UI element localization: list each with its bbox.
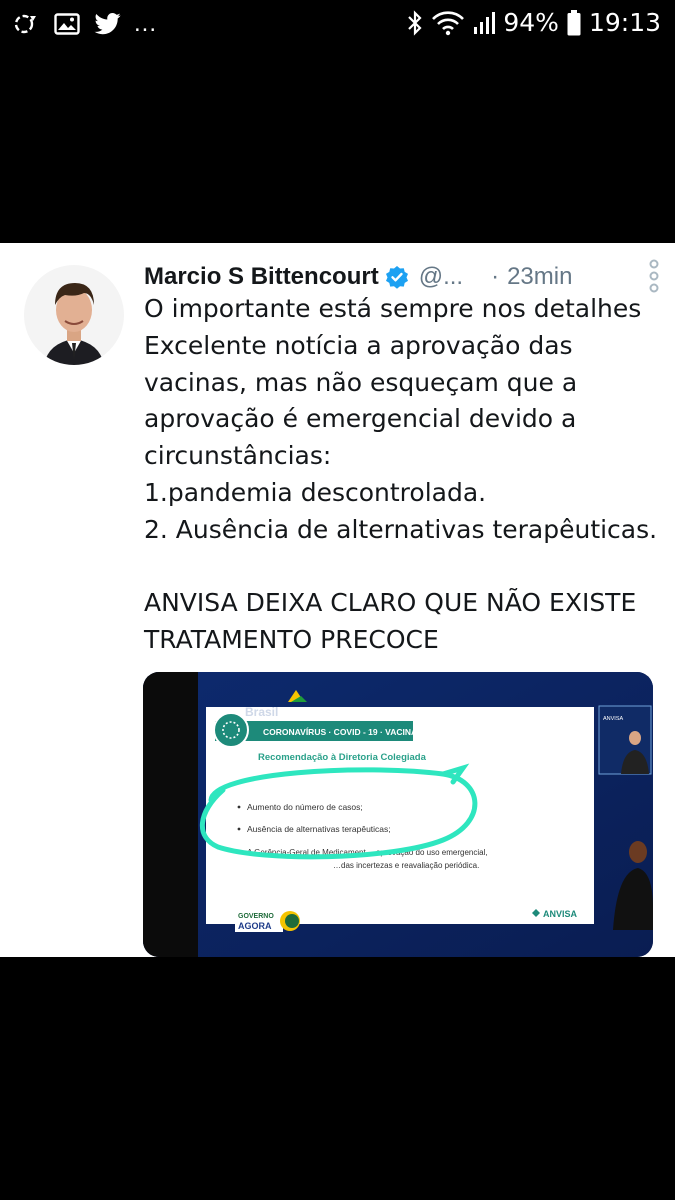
slide-tail-line: …das incertezas e reavaliação periódica. bbox=[333, 861, 479, 870]
brand-text: Brasil bbox=[245, 705, 278, 719]
verified-badge-icon bbox=[385, 266, 408, 289]
avatar-image bbox=[24, 265, 124, 365]
clock: 19:13 bbox=[588, 8, 661, 37]
more-options-icon[interactable] bbox=[647, 259, 661, 293]
status-bar-right: 94% 19:13 bbox=[407, 8, 661, 37]
battery-icon bbox=[567, 9, 581, 35]
status-bar-left: ... bbox=[12, 10, 157, 38]
tweet-line: Excelente notícia a aprovação das bbox=[144, 330, 573, 360]
tweet-line: circunstâncias: bbox=[144, 441, 332, 471]
author-handle[interactable]: @... bbox=[419, 263, 463, 291]
tweet-line: vacinas, mas não esqueçam que a bbox=[144, 367, 578, 397]
wifi-icon bbox=[432, 10, 465, 35]
signal-icon bbox=[474, 11, 496, 34]
separator-dot: · bbox=[491, 263, 500, 290]
tweet-line bbox=[144, 549, 664, 586]
tweet-line: 2. Ausência de alternativas terapêuticas… bbox=[144, 514, 658, 544]
gov-logo-text: GOVERNO bbox=[238, 913, 274, 920]
tweet-line: O importante está sempre nos detalhes bbox=[144, 294, 642, 323]
tweet-line: ANVISA DEIXA CLARO QUE NÃO EXISTE bbox=[144, 588, 637, 618]
slide-bullet: Aumento do número de casos; bbox=[247, 802, 363, 812]
author-name[interactable]: Marcio S Bittencourt bbox=[144, 263, 379, 291]
tweet-line: aprovação é emergencial devido a bbox=[144, 404, 577, 434]
tweet-time[interactable]: 23min bbox=[507, 263, 572, 291]
media-preview[interactable]: Brasil CORONAVÍRUS · COVID - 19 · VACINA… bbox=[143, 672, 653, 957]
tweet-text: O importante está sempre nos detalhes Ex… bbox=[144, 291, 664, 659]
tweet-line: 1.pandemia descontrolada. bbox=[144, 477, 487, 507]
twitter-icon bbox=[94, 13, 121, 35]
bluetooth-icon bbox=[408, 9, 422, 36]
slide-subtitle: Recomendação à Diretoria Colegiada bbox=[258, 752, 427, 763]
anvisa-logo: ANVISA bbox=[543, 909, 578, 919]
media-image: Brasil CORONAVÍRUS · COVID - 19 · VACINA… bbox=[143, 672, 653, 957]
avatar[interactable] bbox=[24, 265, 124, 365]
gov-logo-text: AGORA bbox=[238, 921, 272, 931]
tweet-line: TRATAMENTO PRECOCE bbox=[144, 625, 439, 655]
battery-percent: 94% bbox=[503, 8, 559, 37]
tweet-card[interactable]: Marcio S Bittencourt @... · 23min O impo… bbox=[0, 243, 675, 957]
status-bar: ... 94% 19:13 bbox=[0, 0, 675, 46]
slide-bullet: Ausência de alternativas terapêuticas; bbox=[247, 824, 391, 834]
overflow-indicator: ... bbox=[134, 10, 158, 37]
sync-icon bbox=[14, 14, 36, 34]
gallery-icon bbox=[54, 13, 80, 35]
banner-text: CORONAVÍRUS · COVID - 19 · VACINA bbox=[263, 727, 417, 737]
inset-label: ANVISA bbox=[603, 716, 624, 722]
